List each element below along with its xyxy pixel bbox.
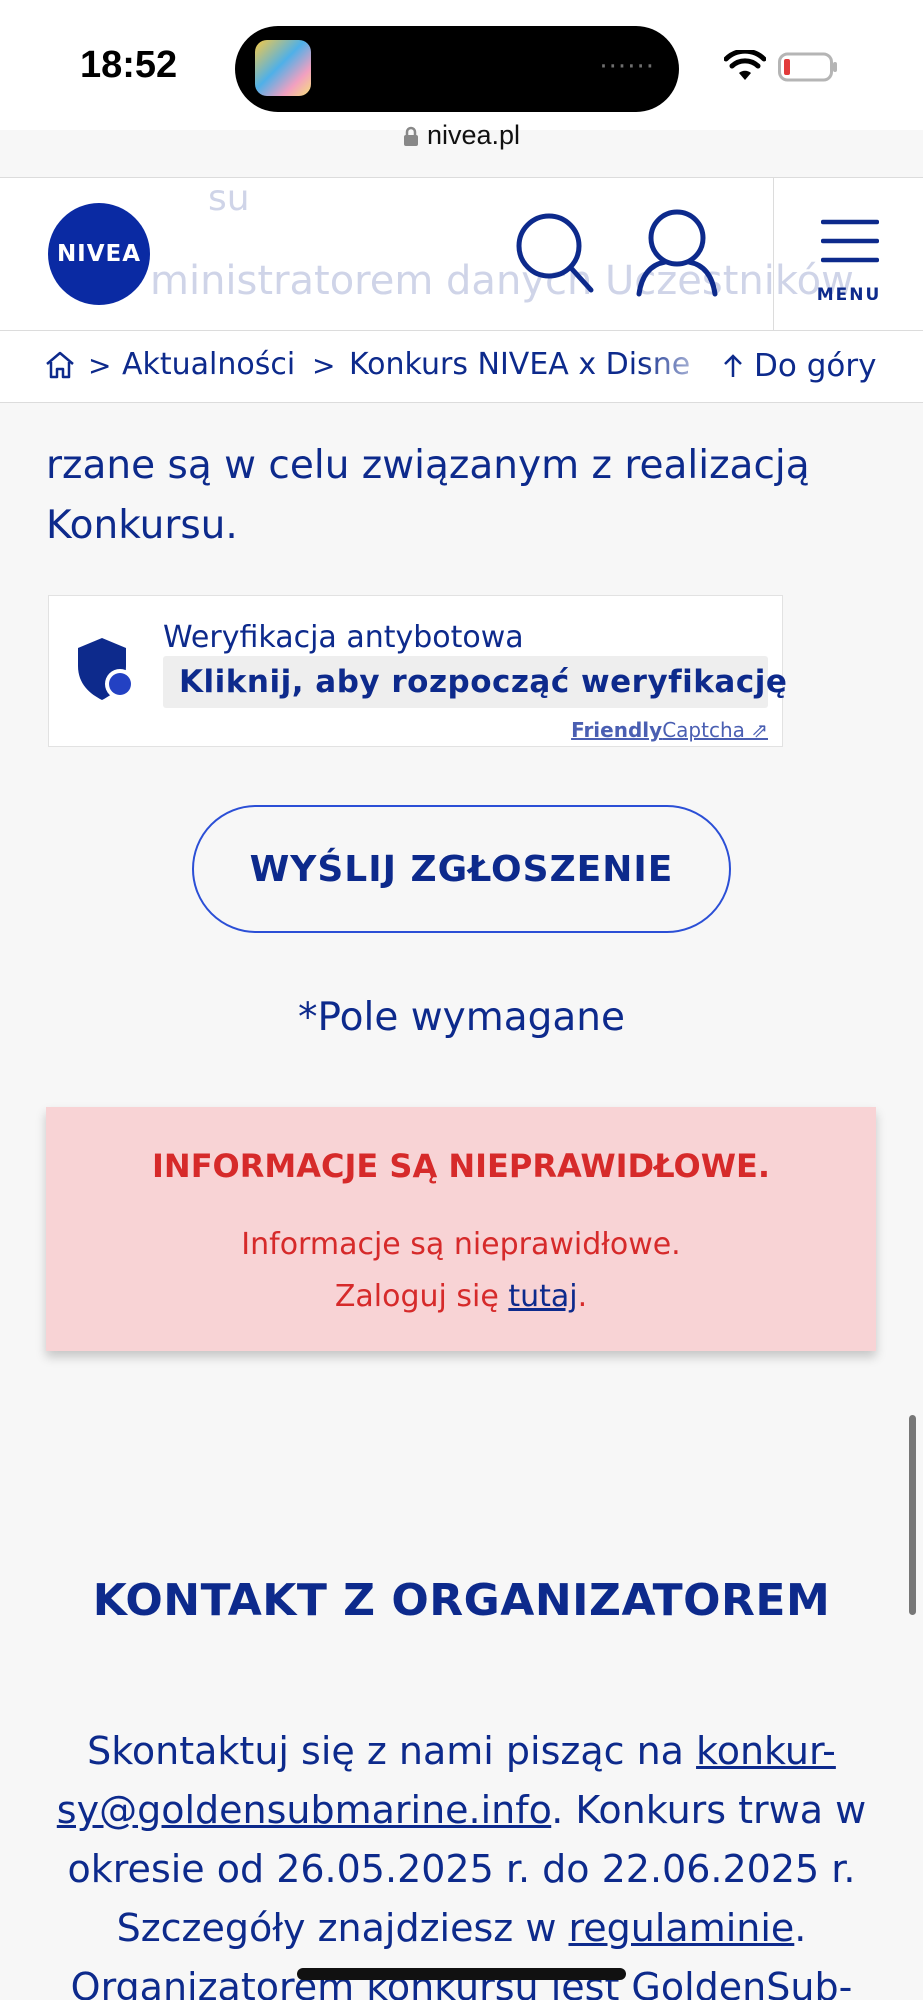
required-note: *Pole wymagane	[298, 995, 625, 1040]
lock-icon	[403, 126, 418, 146]
breadcrumb-fade	[640, 331, 720, 401]
contact-text: Skontaktuj się z nami pisząc na konkur-s…	[40, 1722, 883, 2000]
chevron-right-icon: >	[312, 349, 336, 382]
nivea-logo[interactable]: NIVEA	[48, 203, 150, 305]
scrolled-text-behind: su	[208, 178, 250, 219]
error-title: INFORMACJE SĄ NIEPRAWIDŁOWE.	[152, 1147, 770, 1185]
submit-button[interactable]: WYŚLIJ ZGŁOSZENIE	[192, 805, 731, 933]
contact-text-part: Skontaktuj się z nami pisząc na	[87, 1729, 697, 1773]
login-link[interactable]: tutaj	[508, 1279, 577, 1314]
captcha-title: Weryfikacja antybotowa	[163, 620, 524, 655]
address-bar[interactable]: nivea.pl	[0, 120, 923, 151]
captcha-start-button[interactable]: Kliknij, aby rozpocząć weryfikację	[163, 656, 787, 708]
consent-paragraph-cont: rzane są w celu związanym z realizacją K…	[46, 436, 886, 556]
dynamic-island: ······	[235, 26, 679, 112]
rules-link[interactable]: regulaminie	[568, 1906, 794, 1950]
account-icon[interactable]	[635, 206, 719, 298]
captcha-widget: Weryfikacja antybotowa Kliknij, aby rozp…	[48, 595, 787, 747]
captcha-brand-bold: Friendly	[571, 718, 663, 742]
wifi-icon	[724, 50, 766, 80]
home-icon[interactable]	[44, 349, 76, 381]
paragraph-line: Konkursu.	[46, 503, 238, 548]
contact-title: KONTAKT Z ORGANIZATOREM	[92, 1575, 831, 1626]
error-message-line: Informacje są nieprawidłowe.	[241, 1227, 681, 1262]
island-dots-icon: ······	[599, 52, 655, 82]
site-header: su ministratorem danych Uczestników NIVE…	[0, 177, 923, 331]
paragraph-line: rzane są w celu związanym z realizacją	[46, 443, 810, 488]
shield-icon	[78, 638, 135, 700]
error-login-line: Zaloguj się tutaj.	[46, 1271, 876, 1323]
error-alert: INFORMACJE SĄ NIEPRAWIDŁOWE. Informacje …	[46, 1107, 876, 1351]
url-text: nivea.pl	[426, 120, 521, 150]
arrow-up-icon	[724, 354, 742, 377]
error-message: Informacje są nieprawidłowe. Zaloguj się…	[46, 1219, 876, 1323]
status-bar: 18:52 ······ nivea.pl	[0, 0, 923, 150]
breadcrumb-item-news[interactable]: Aktualności	[122, 347, 295, 382]
captcha-brand-link[interactable]: FriendlyCaptcha ⇗	[571, 718, 768, 742]
login-suffix: .	[577, 1279, 588, 1314]
menu-button[interactable]: MENU	[773, 178, 923, 330]
captcha-brand-rest: Captcha ⇗	[662, 718, 768, 742]
home-indicator	[297, 1968, 626, 1980]
email-link-part: sy@goldensubmarine.info	[56, 1788, 552, 1832]
breadcrumb: > Aktualności > Konkurs NIVEA x Disne Do…	[0, 331, 923, 403]
scrolled-text-behind: ministratorem danych Uczestników	[150, 258, 854, 304]
island-app-icon	[255, 40, 311, 96]
hamburger-icon	[821, 219, 879, 263]
back-to-top-label: Do góry	[754, 348, 877, 384]
chevron-right-icon: >	[88, 349, 112, 382]
menu-label: MENU	[816, 285, 882, 305]
status-time: 18:52	[80, 44, 178, 86]
battery-icon	[778, 52, 837, 82]
login-prefix: Zaloguj się	[334, 1279, 509, 1314]
breadcrumb-item-contest[interactable]: Konkurs NIVEA x Disne	[349, 347, 690, 382]
email-link-part: konkur-	[696, 1729, 836, 1773]
back-to-top-button[interactable]: Do góry	[718, 331, 923, 401]
search-icon[interactable]	[515, 208, 595, 298]
